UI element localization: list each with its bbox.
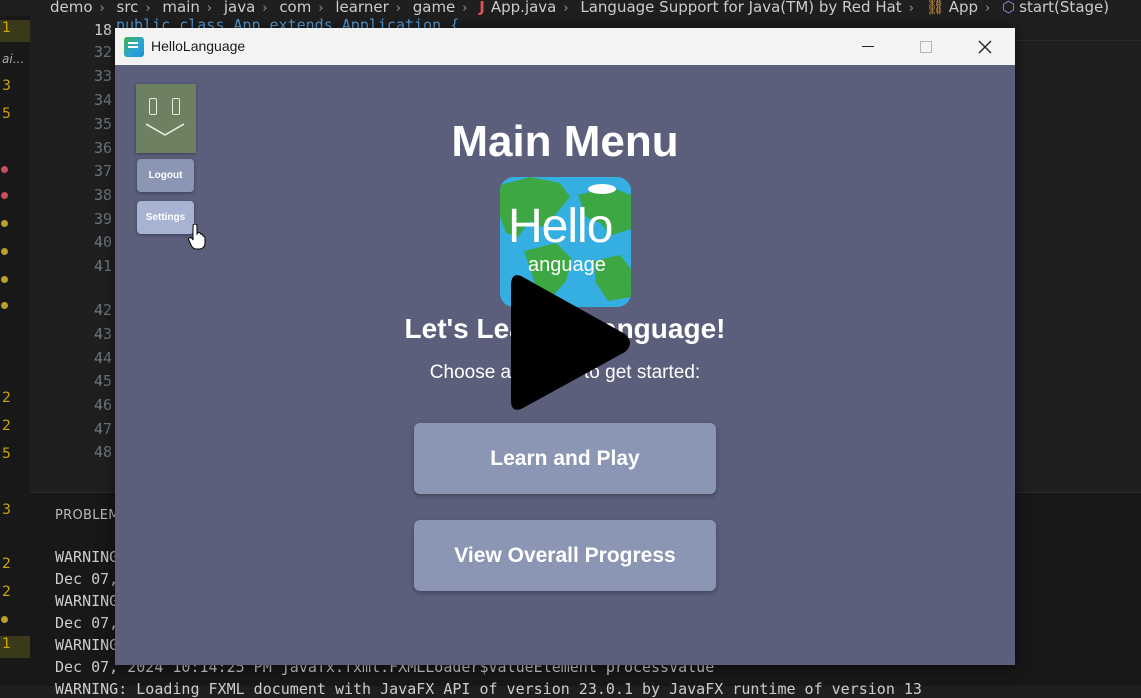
line-number: 35: [93, 115, 112, 133]
window-titlebar[interactable]: HelloLanguage: [115, 28, 1015, 65]
chevron-right-icon: ›: [99, 1, 105, 16]
terminal-line: WARNING: Loading FXML document with Java…: [55, 680, 922, 698]
line-number: 33: [93, 67, 112, 85]
chevron-right-icon: ›: [462, 1, 468, 16]
line-number: 38: [93, 186, 112, 204]
activity-label: ai...: [2, 52, 25, 66]
line-number: 45: [93, 372, 112, 390]
activity-count: 1: [0, 636, 30, 658]
chevron-right-icon: ›: [318, 1, 324, 16]
app-icon: [124, 37, 144, 57]
line-number: 34: [93, 91, 112, 109]
activity-gutter: 1 ai... 3 5 2 2 5 3 2 2 1: [0, 16, 30, 686]
line-number: 36: [93, 139, 112, 157]
line-number: 37: [93, 162, 112, 180]
line-number: 42: [93, 301, 112, 319]
chevron-right-icon: ›: [206, 1, 213, 16]
activity-count: 3: [2, 502, 11, 518]
line-number: 18: [93, 21, 112, 39]
line-number: 44: [93, 349, 112, 367]
line-number: 47: [93, 420, 112, 438]
method-icon: ⬡: [1002, 0, 1016, 16]
page-title: Main Menu: [451, 117, 679, 166]
breadcrumb-item[interactable]: App.java: [491, 0, 557, 16]
activity-count: 5: [2, 106, 11, 122]
breadcrumb-item[interactable]: com: [279, 0, 311, 16]
breadcrumb-item[interactable]: java: [224, 0, 255, 16]
line-number: 39: [93, 210, 112, 228]
play-icon[interactable]: [507, 272, 635, 414]
line-number: 43: [93, 325, 112, 343]
editor-breadcrumb: demo › src › main › java › com › learner › gam…: [0, 0, 1141, 16]
error-dot-icon: [1, 166, 8, 173]
line-number-gutter: 18 32 33 34 35 36 37 38 39 40 41 42 43 4…: [30, 16, 115, 492]
close-icon: [978, 40, 992, 53]
line-number: 41: [93, 257, 112, 275]
error-dot-icon: [1, 192, 8, 199]
warning-dot-icon: [1, 616, 8, 623]
line-number: 48: [93, 443, 112, 461]
avatar-eye-left: [149, 98, 157, 115]
settings-button[interactable]: Settings: [137, 201, 194, 234]
activity-count: 2: [2, 556, 11, 572]
line-number: 46: [93, 396, 112, 414]
chevron-right-icon: ›: [563, 1, 569, 16]
view-overall-progress-button[interactable]: View Overall Progress: [414, 520, 716, 591]
chevron-right-icon: ›: [145, 1, 151, 16]
line-number: 32: [93, 43, 112, 61]
chevron-right-icon: ›: [908, 1, 914, 16]
line-number: 40: [93, 233, 112, 251]
activity-count: 3: [2, 78, 11, 94]
avatar-eye-right: [172, 98, 180, 115]
logo-text: Hello: [508, 200, 613, 253]
breadcrumb-item[interactable]: demo: [50, 0, 93, 16]
hand-cursor-icon: [188, 224, 206, 250]
chevron-right-icon: ›: [395, 1, 401, 16]
breadcrumb-item[interactable]: Language Support for Java(TM) by Red Hat: [580, 0, 901, 16]
java-file-icon: J: [479, 0, 485, 16]
warning-dot-icon: [1, 248, 8, 255]
activity-count: 2: [2, 390, 11, 406]
class-icon: ⛓: [925, 0, 945, 16]
maximize-button[interactable]: [903, 28, 949, 65]
activity-count: 2: [2, 418, 11, 434]
chevron-right-icon: ›: [262, 1, 268, 16]
breadcrumb-item[interactable]: src: [117, 0, 139, 16]
breadcrumb-item[interactable]: game: [413, 0, 456, 16]
warning-dot-icon: [1, 276, 8, 283]
warning-dot-icon: [1, 220, 8, 227]
activity-count: 1: [0, 20, 30, 42]
activity-count: 2: [2, 584, 11, 600]
breadcrumb-item[interactable]: main: [162, 0, 199, 16]
chevron-right-icon: ›: [985, 1, 991, 16]
learn-and-play-button[interactable]: Learn and Play: [414, 423, 716, 494]
warning-dot-icon: [1, 302, 8, 309]
breadcrumb-item[interactable]: learner: [335, 0, 388, 16]
breadcrumb-item[interactable]: App: [949, 0, 978, 16]
breadcrumb-item[interactable]: start(Stage): [1019, 0, 1109, 16]
window-title: HelloLanguage: [151, 38, 246, 54]
activity-count: 5: [2, 446, 11, 462]
minimize-button[interactable]: [845, 28, 891, 65]
close-button[interactable]: [962, 28, 1008, 65]
